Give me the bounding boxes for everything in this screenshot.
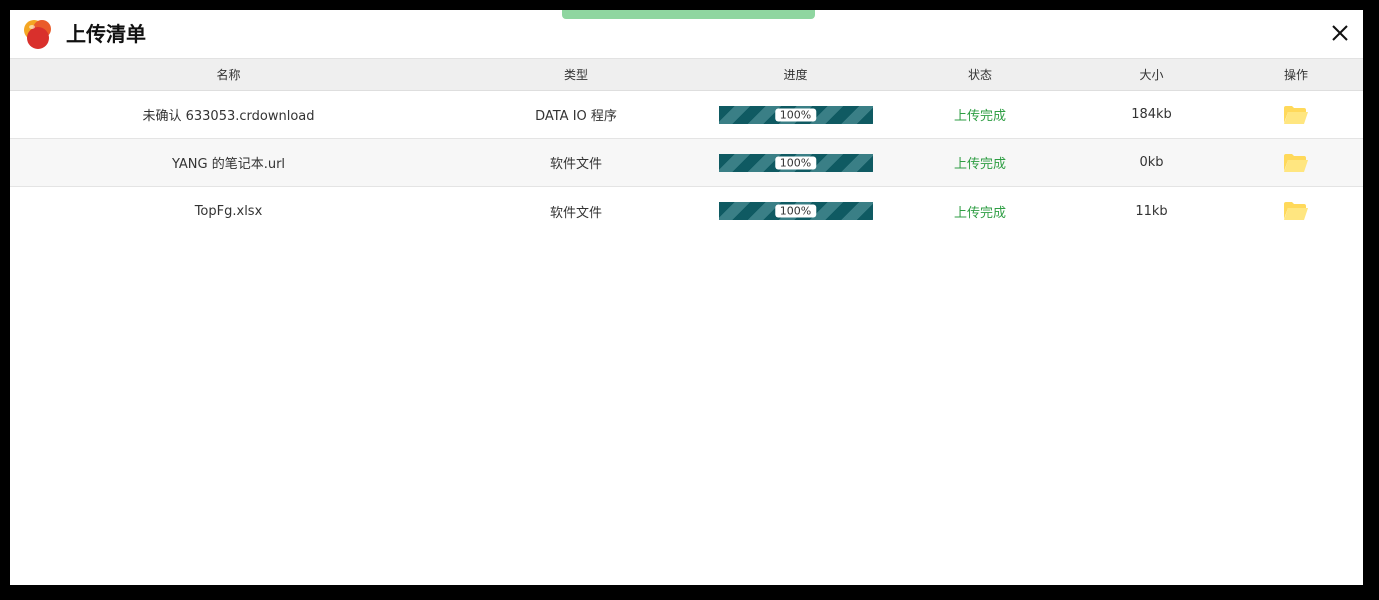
- file-name: YANG 的笔记本.url: [171, 157, 286, 172]
- table-row[interactable]: TopFg.xlsx 软件文件 100% 上传完成 11kb: [10, 187, 1363, 235]
- file-size: 184kb: [1131, 107, 1172, 122]
- header-type[interactable]: 类型: [447, 59, 705, 90]
- folder-open-icon[interactable]: [1283, 152, 1309, 174]
- header-name[interactable]: 名称: [10, 59, 447, 90]
- upload-status: 上传完成: [953, 157, 1006, 172]
- header-action: 操作: [1283, 68, 1308, 82]
- file-size: 11kb: [1135, 203, 1168, 219]
- progress-label: 100%: [774, 156, 817, 169]
- file-type: DATA IO 程序: [535, 109, 617, 124]
- title-bar: 上传清单: [10, 10, 1363, 58]
- progress-cell: 100%: [705, 91, 886, 138]
- progress-cell: 100%: [705, 187, 886, 235]
- folder-open-icon[interactable]: [1283, 104, 1309, 126]
- header-size[interactable]: 大小: [1074, 59, 1229, 90]
- progress-label: 100%: [774, 204, 817, 218]
- file-name: TopFg.xlsx: [194, 203, 263, 219]
- file-size: 0kb: [1139, 155, 1164, 170]
- progress-label: 100%: [774, 108, 817, 121]
- progress-cell: 100%: [705, 139, 886, 186]
- table-row[interactable]: 未确认 633053.crdownload DATA IO 程序 100% 上传…: [10, 91, 1363, 139]
- progress-bar: 100%: [718, 202, 873, 220]
- header-progress[interactable]: 进度: [705, 59, 886, 90]
- upload-list-window: 上传清单 名称 类型 进度 状态 大小 操作 未确认 633053.crdown…: [10, 10, 1363, 585]
- progress-bar: 100%: [718, 105, 873, 124]
- file-type: 软件文件: [549, 205, 602, 221]
- file-type: 软件文件: [549, 157, 602, 172]
- header-status[interactable]: 状态: [886, 59, 1074, 90]
- action-cell: [1229, 187, 1363, 235]
- window-title: 上传清单: [66, 22, 146, 46]
- folder-open-icon[interactable]: [1283, 200, 1309, 222]
- table-header: 名称 类型 进度 状态 大小 操作: [10, 58, 1363, 91]
- close-icon[interactable]: [1329, 22, 1351, 44]
- file-name: 未确认 633053.crdownload: [142, 109, 315, 124]
- upload-status: 上传完成: [953, 109, 1006, 124]
- app-logo-icon: [24, 20, 51, 49]
- progress-bar: 100%: [718, 153, 873, 172]
- table-row[interactable]: YANG 的笔记本.url 软件文件 100% 上传完成 0kb: [10, 139, 1363, 187]
- action-cell: [1229, 91, 1363, 138]
- action-cell: [1229, 139, 1363, 186]
- upload-status: 上传完成: [953, 205, 1006, 221]
